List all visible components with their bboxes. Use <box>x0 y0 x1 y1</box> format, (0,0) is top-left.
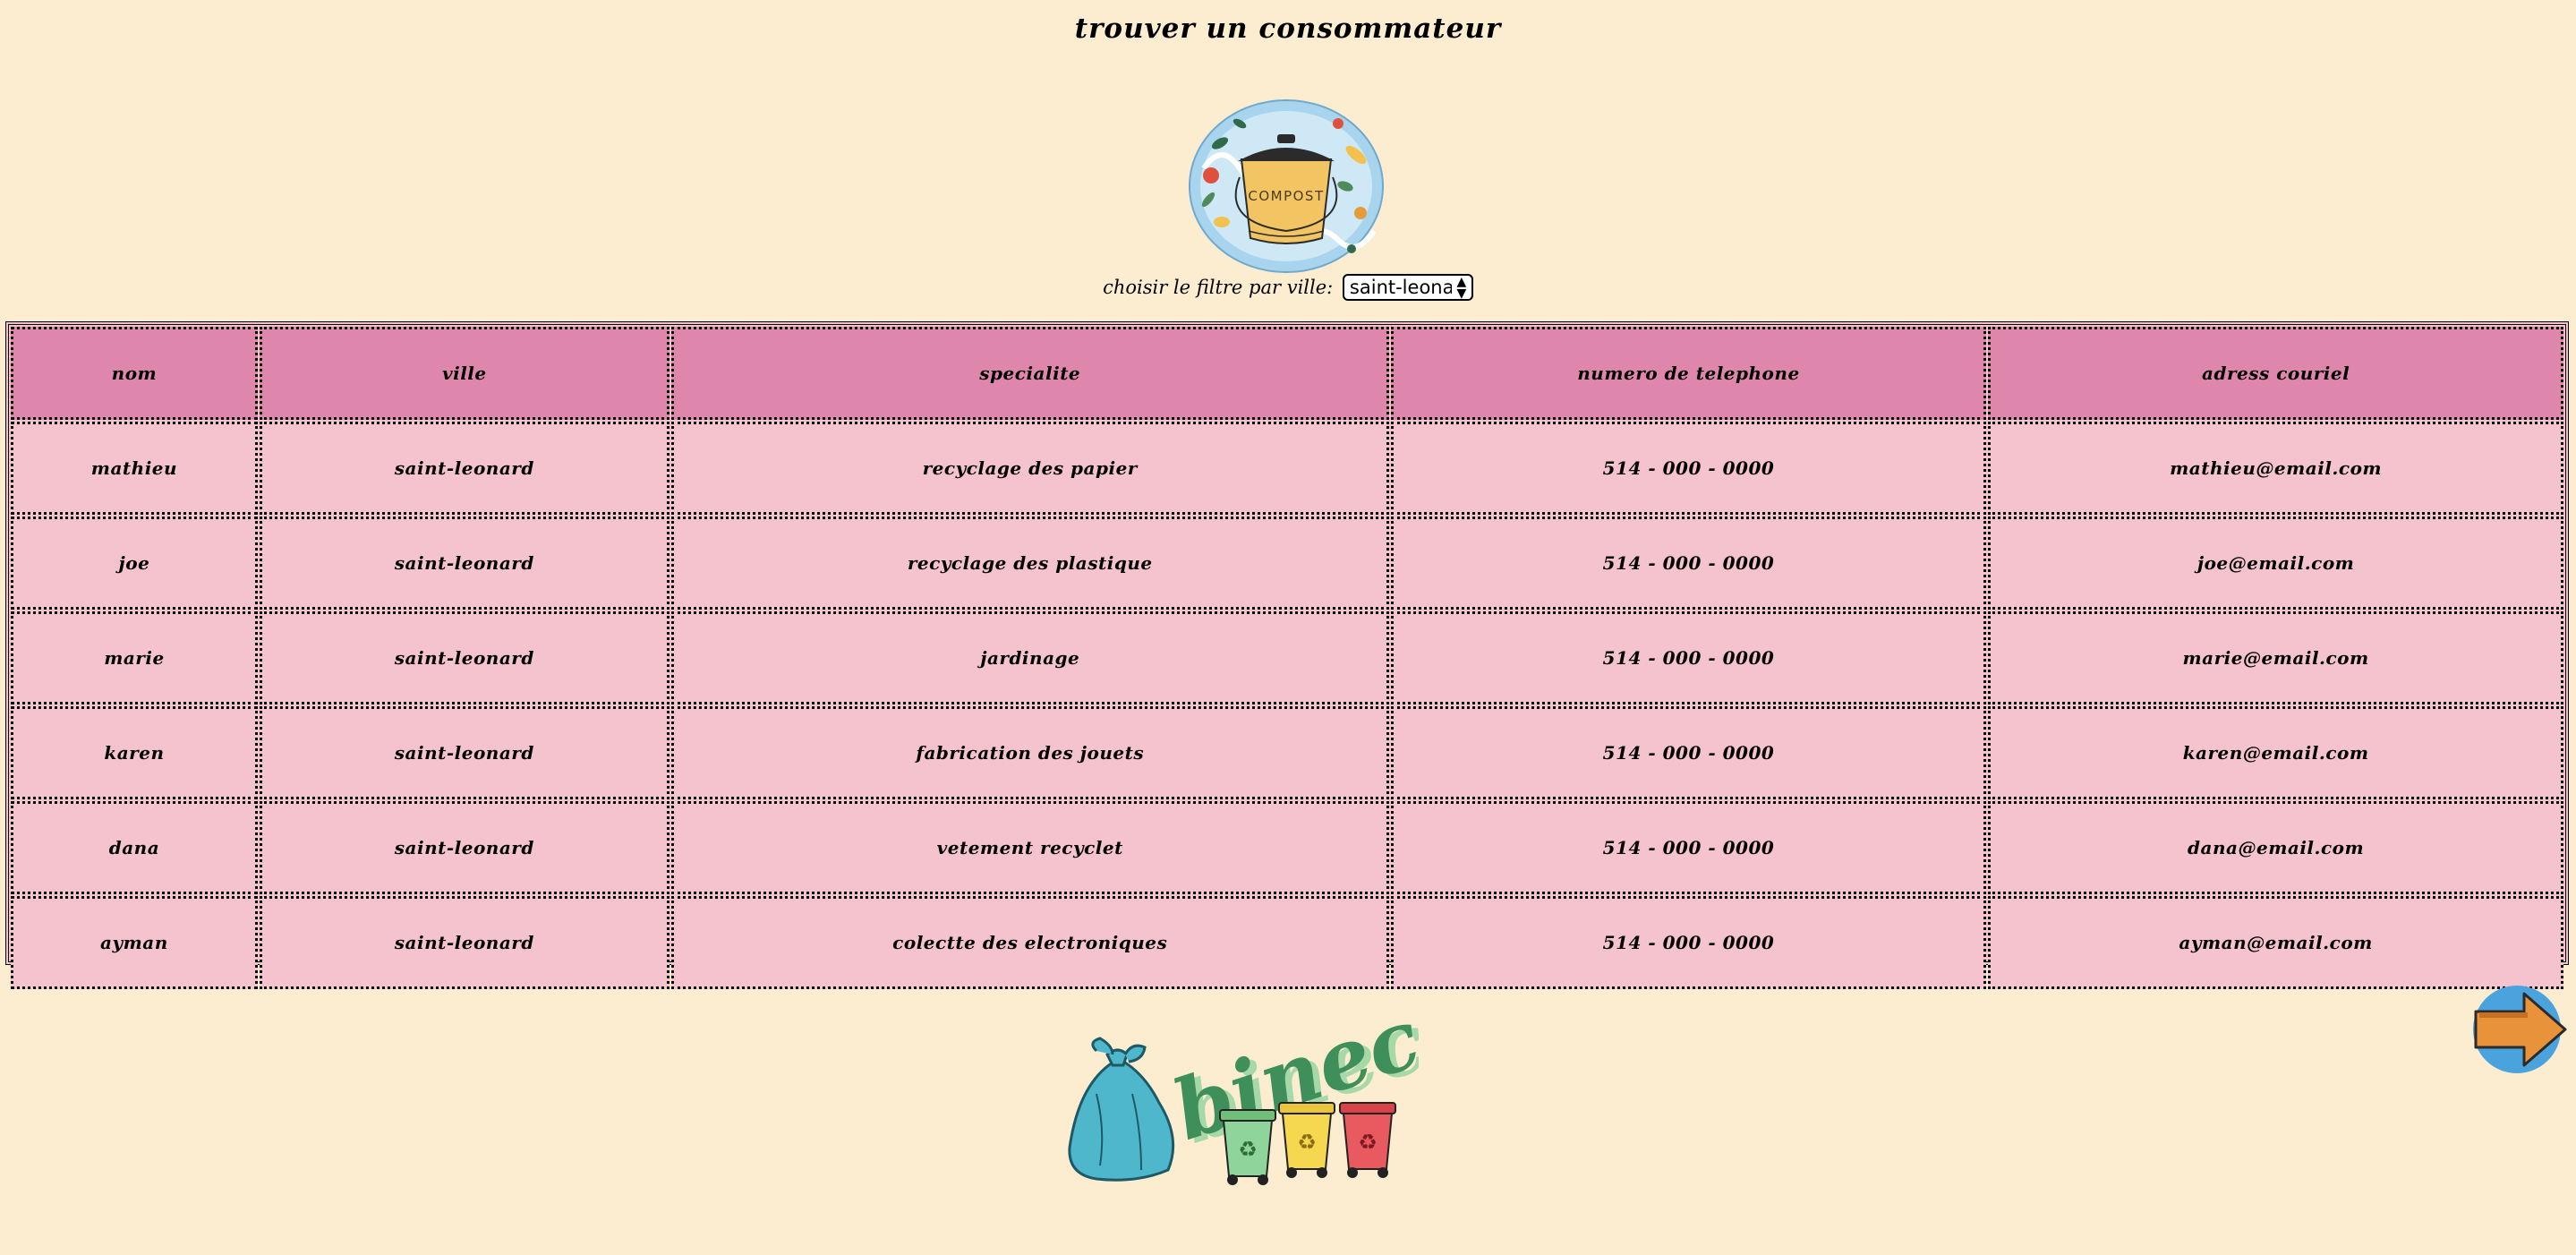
cell-nom: dana <box>11 801 258 894</box>
cell-telephone: 514 - 000 - 0000 <box>1390 517 1987 610</box>
header-nom: nom <box>11 327 258 420</box>
compost-label: COMPOST <box>1248 188 1324 204</box>
next-button[interactable] <box>2472 983 2567 1076</box>
filter-label: choisir le filtre par ville: <box>1103 277 1334 298</box>
cell-ville: saint-leonard <box>259 422 670 515</box>
cell-nom: karen <box>11 706 258 799</box>
yellow-bin: ♻ <box>1278 1102 1335 1178</box>
cell-ville: saint-leonard <box>259 611 670 704</box>
table-row: ayman saint-leonard colectte des electro… <box>11 896 2563 989</box>
city-filter-select[interactable]: saint-leonard ▲▼ <box>1342 274 1473 301</box>
cell-ville: saint-leonard <box>259 517 670 610</box>
cell-email: mathieu@email.com <box>1988 422 2563 515</box>
consumer-table: nom ville specialite numero de telephone… <box>9 325 2565 991</box>
cell-email: joe@email.com <box>1988 517 2563 610</box>
header-specialite: specialite <box>670 327 1389 420</box>
bineco-logo: bineco bineco ♻ ♻ ♻ <box>1068 995 1419 1185</box>
recycle-icon: ♻ <box>1297 1130 1317 1155</box>
table-header-row: nom ville specialite numero de telephone… <box>11 327 2563 420</box>
cell-telephone: 514 - 000 - 0000 <box>1390 706 1987 799</box>
cell-email: marie@email.com <box>1988 611 2563 704</box>
filter-row: choisir le filtre par ville: saint-leona… <box>0 274 2576 301</box>
table-row: marie saint-leonard jardinage 514 - 000 … <box>11 611 2563 704</box>
table-row: dana saint-leonard vetement recyclet 514… <box>11 801 2563 894</box>
table-row: joe saint-leonard recyclage des plastiqu… <box>11 517 2563 610</box>
table-row: karen saint-leonard fabrication des joue… <box>11 706 2563 799</box>
cell-specialite: fabrication des jouets <box>670 706 1389 799</box>
recycle-icon: ♻ <box>1238 1137 1258 1162</box>
cell-email: karen@email.com <box>1988 706 2563 799</box>
city-filter-value: saint-leonard <box>1349 277 1452 298</box>
header-telephone: numero de telephone <box>1390 327 1987 420</box>
cell-specialite: vetement recyclet <box>670 801 1389 894</box>
page-title: trouver un consommateur <box>1074 13 1502 45</box>
cell-email: dana@email.com <box>1988 801 2563 894</box>
cell-ville: saint-leonard <box>259 801 670 894</box>
arrow-right-icon <box>2473 986 2567 1073</box>
header-email: adress couriel <box>1988 327 2563 420</box>
header-ville: ville <box>259 327 670 420</box>
select-arrows-icon: ▲ ▼ <box>1456 275 1467 301</box>
cell-specialite: recyclage des plastique <box>670 517 1389 610</box>
cell-nom: joe <box>11 517 258 610</box>
page: trouver un consommateur COMPOST choisir … <box>0 0 2576 1255</box>
recycle-icon: ♻ <box>1358 1130 1378 1155</box>
cell-specialite: recyclage des papier <box>670 422 1389 515</box>
cell-nom: mathieu <box>11 422 258 515</box>
red-bin: ♻ <box>1339 1102 1396 1178</box>
cell-specialite: jardinage <box>670 611 1389 704</box>
cell-telephone: 514 - 000 - 0000 <box>1390 611 1987 704</box>
cell-email: ayman@email.com <box>1988 896 2563 989</box>
cell-nom: marie <box>11 611 258 704</box>
cell-nom: ayman <box>11 896 258 989</box>
cell-telephone: 514 - 000 - 0000 <box>1390 801 1987 894</box>
table-row: mathieu saint-leonard recyclage des papi… <box>11 422 2563 515</box>
cell-ville: saint-leonard <box>259 896 670 989</box>
compost-logo: COMPOST <box>1189 99 1384 273</box>
green-bin: ♻ <box>1219 1109 1276 1185</box>
cell-specialite: colectte des electroniques <box>670 896 1389 989</box>
consumer-table-container: nom ville specialite numero de telephone… <box>5 321 2569 989</box>
cell-ville: saint-leonard <box>259 706 670 799</box>
cell-telephone: 514 - 000 - 0000 <box>1390 896 1987 989</box>
cell-telephone: 514 - 000 - 0000 <box>1390 422 1987 515</box>
